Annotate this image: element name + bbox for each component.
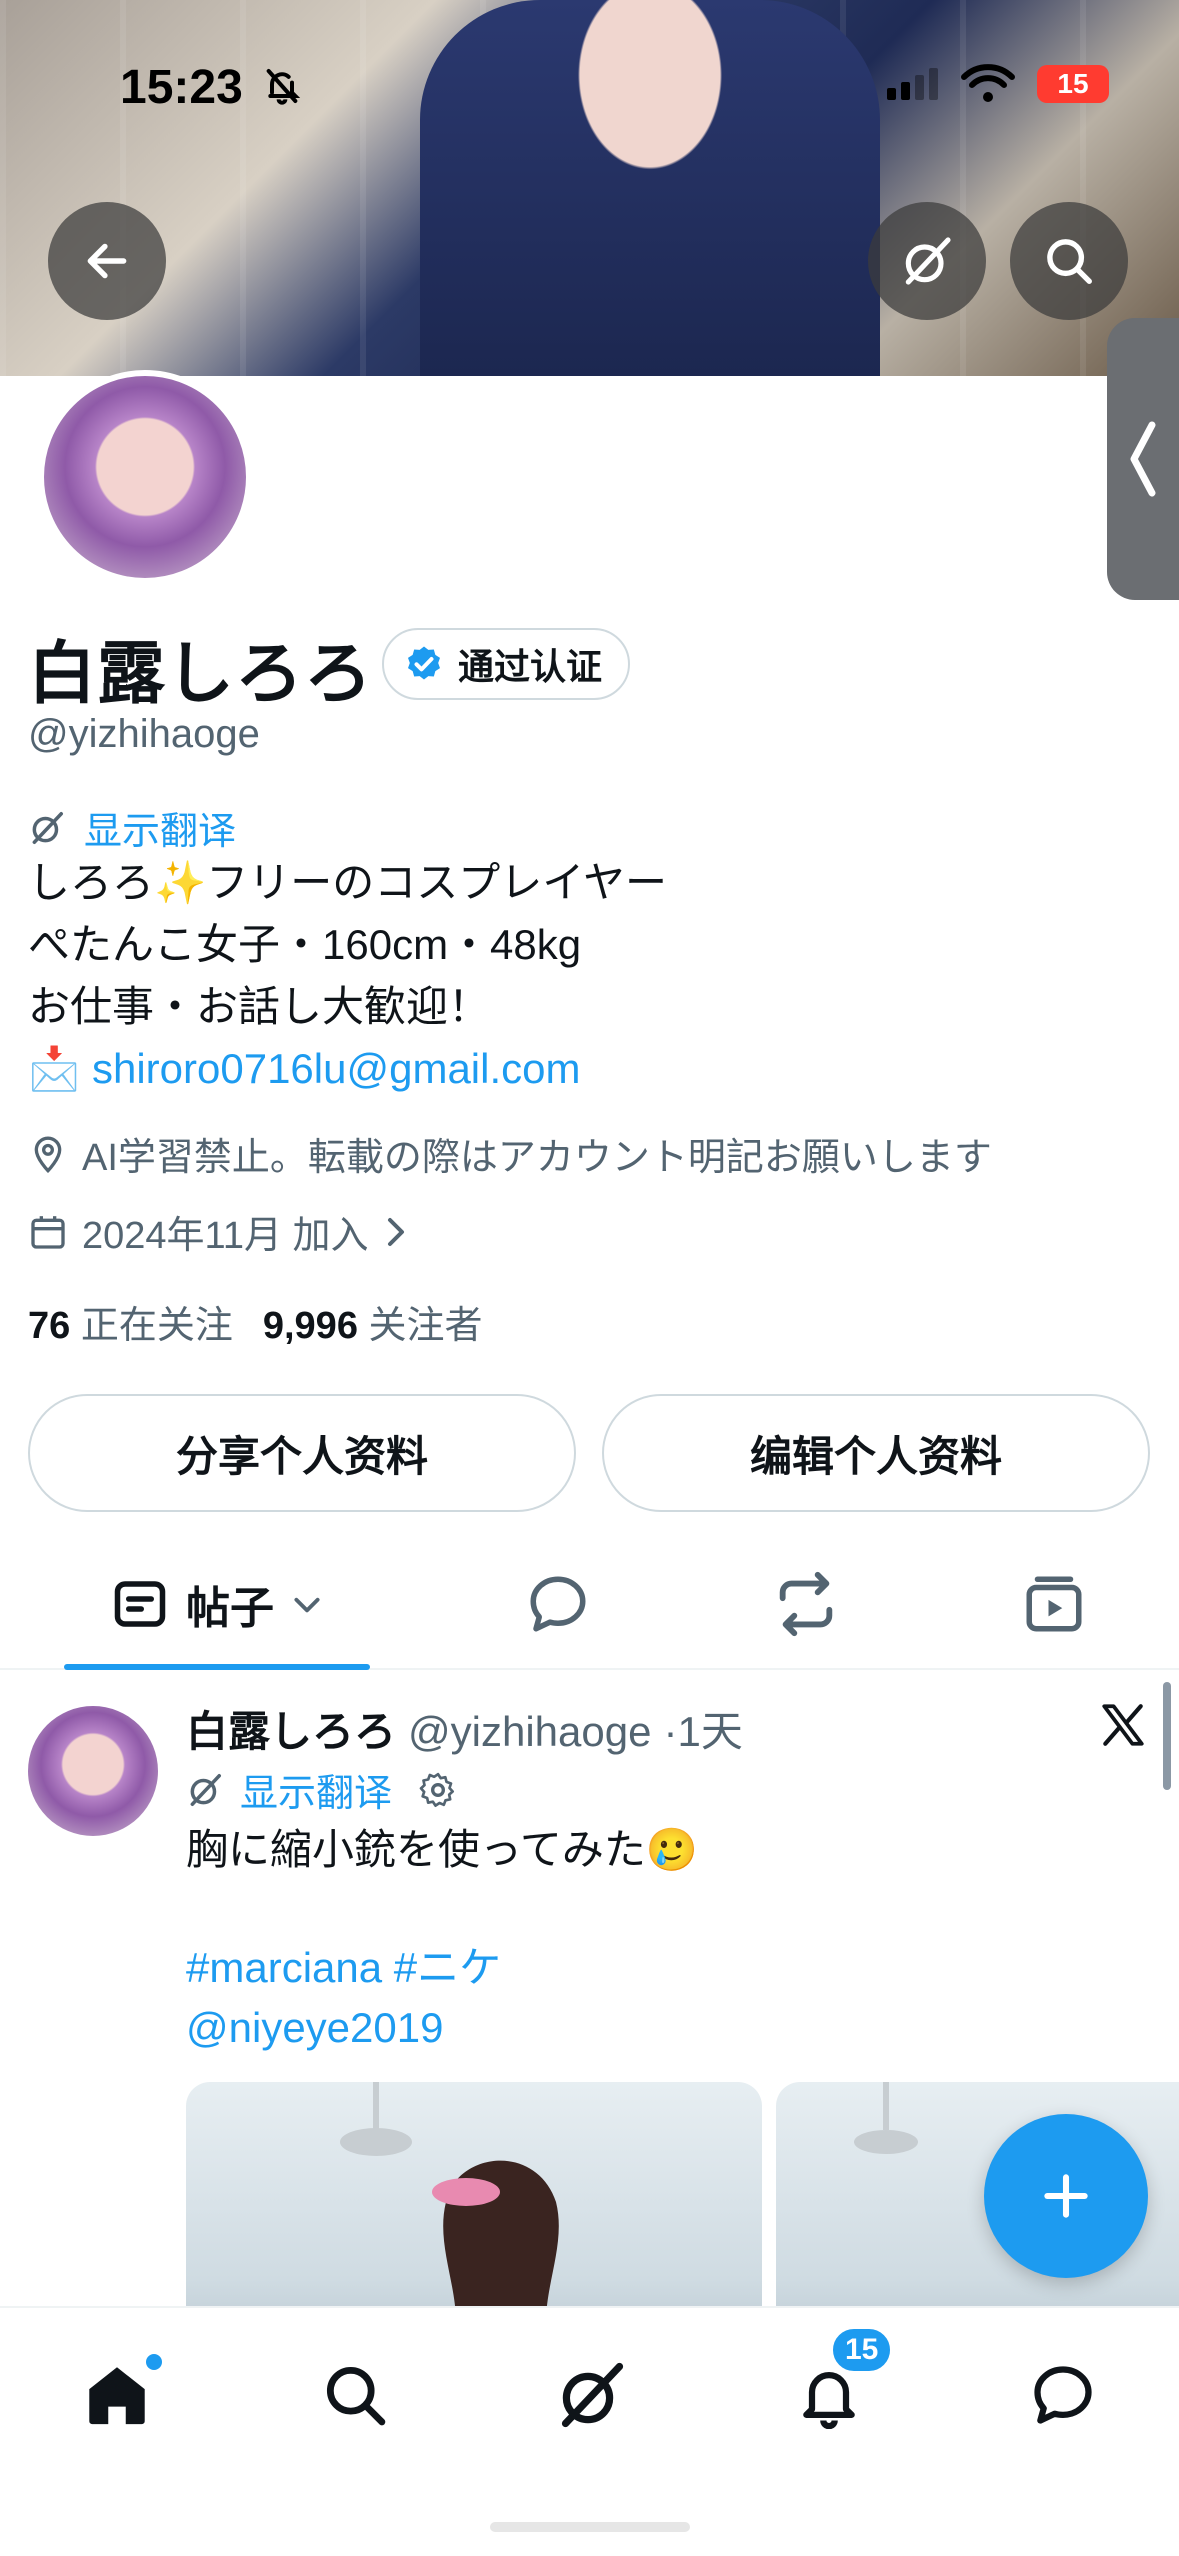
followers-link[interactable]: 9,996 关注者: [263, 1294, 483, 1349]
post-hashtags[interactable]: #marciana #ニケ: [186, 1938, 501, 1998]
location-pin-icon: [34, 1136, 62, 1173]
profile-tabs: 帖子: [0, 1540, 1179, 1670]
x-logo-icon[interactable]: [1098, 1700, 1148, 1750]
wifi-icon: [961, 64, 1015, 102]
post-author-handle[interactable]: @yizhihaoge: [408, 1708, 651, 1756]
banner-figure: [420, 0, 880, 376]
tab-posts[interactable]: 帖子: [64, 1540, 370, 1670]
status-time: 15:23: [120, 61, 243, 114]
posts-icon: [114, 1581, 166, 1627]
post-author-avatar[interactable]: [28, 1706, 158, 1836]
tab-reposts[interactable]: [756, 1540, 856, 1668]
grok-icon: [905, 237, 951, 285]
grok-icon: [561, 2362, 624, 2428]
search-icon: [1047, 239, 1092, 284]
tab-replies[interactable]: [508, 1540, 608, 1668]
post-header: 白露しろろ @yizhihaoge ·1天: [186, 1698, 743, 1759]
bio-line: しろろ✨フリーのコスプレイヤー: [28, 859, 668, 906]
envelope-emoji: 📩: [28, 1045, 81, 1092]
profile-location: AI学習禁止。転載の際はアカウント明記お願いします: [28, 1126, 992, 1181]
post-text: 胸に縮小銃を使ってみた🥲: [186, 1826, 699, 1873]
translate-label: 显示翻译: [84, 811, 237, 853]
location-text: AI学習禁止。転載の際はアカウント明記お願いします: [82, 1137, 992, 1179]
verified-label: 通过认证: [458, 646, 603, 687]
grok-translate-icon: [32, 811, 63, 844]
chevron-down-icon: [294, 1597, 320, 1613]
post-time[interactable]: ·1天: [663, 1698, 742, 1759]
following-count: 76: [28, 1305, 71, 1347]
translate-bio-link[interactable]: 显示翻译: [28, 800, 236, 855]
media-video-icon: [1026, 1576, 1082, 1632]
bio-line: ぺたんこ女子・160cm・48kg: [28, 921, 582, 968]
notifications-badge: 15: [830, 2326, 894, 2374]
tab-media[interactable]: [1004, 1540, 1104, 1668]
home-indicator[interactable]: [490, 2522, 690, 2532]
post-translate-link[interactable]: 显示翻译: [186, 1762, 458, 1817]
joined-date-link[interactable]: 2024年11月 加入: [28, 1204, 409, 1259]
following-label: 正在关注: [80, 1305, 233, 1347]
message-bubble-icon: [1034, 2366, 1092, 2424]
post-author-name[interactable]: 白露しろろ: [186, 1698, 396, 1759]
active-tab-indicator: [64, 1664, 370, 1670]
verified-badge-button[interactable]: 通过认证: [382, 628, 631, 700]
plus-icon: [1044, 2174, 1088, 2218]
post-links: #marciana #ニケ @niyeye2019: [186, 1938, 501, 2058]
bottom-navigation: 15: [0, 2306, 1179, 2556]
grok-button[interactable]: [868, 202, 986, 320]
nav-grok[interactable]: [546, 2350, 636, 2440]
cellular-signal-icon: [887, 68, 938, 100]
chevron-left-icon: [1130, 421, 1156, 497]
back-button[interactable]: [48, 202, 166, 320]
follow-stats: 76 正在关注 9,996 关注者: [28, 1294, 483, 1349]
bio-line: お仕事・お話し大歓迎！: [28, 983, 491, 1030]
following-link[interactable]: 76 正在关注: [28, 1294, 233, 1349]
nav-search[interactable]: [310, 2350, 400, 2440]
scrollbar[interactable]: [1163, 1682, 1171, 1790]
tab-posts-label: 帖子: [186, 1584, 274, 1633]
search-button[interactable]: [1010, 202, 1128, 320]
followers-count: 9,996: [262, 1305, 358, 1347]
arrow-left-icon: [87, 243, 127, 279]
share-profile-button[interactable]: 分享个人资料: [28, 1394, 576, 1512]
unread-dot: [146, 2354, 162, 2370]
bio-email-line: 📩 shiroro0716lu@gmail.com: [28, 1038, 667, 1100]
grok-translate-icon: [190, 1773, 221, 1806]
post-translate-label: 显示翻译: [240, 1773, 393, 1815]
reply-bubble-icon: [530, 1576, 586, 1632]
verified-check-icon: [408, 646, 440, 680]
compose-post-button[interactable]: [984, 2114, 1148, 2278]
calendar-icon: [31, 1215, 65, 1249]
nav-home[interactable]: [72, 2350, 162, 2440]
profile-bio: しろろ✨フリーのコスプレイヤー ぺたんこ女子・160cm・48kg お仕事・お話…: [28, 852, 667, 1100]
search-icon: [326, 2366, 386, 2426]
followers-label: 关注者: [368, 1305, 483, 1347]
email-link[interactable]: shiroro0716lu@gmail.com: [92, 1045, 581, 1092]
joined-text: 2024年11月 加入: [82, 1215, 369, 1257]
side-panel-handle[interactable]: [1107, 318, 1179, 600]
post-mention[interactable]: @niyeye2019: [186, 1998, 501, 2058]
profile-banner[interactable]: [0, 0, 1179, 376]
status-indicators: 15: [887, 64, 1109, 104]
profile-avatar[interactable]: [38, 370, 252, 584]
chevron-right-icon: [387, 1217, 404, 1246]
edit-profile-button[interactable]: 编辑个人资料: [602, 1394, 1150, 1512]
profile-handle: @yizhihaoge: [28, 712, 260, 756]
repost-icon: [779, 1571, 833, 1637]
gear-icon[interactable]: [418, 1770, 458, 1810]
profile-display-name: 白露しろろ: [28, 636, 374, 712]
home-icon: [89, 2367, 145, 2425]
nav-notifications[interactable]: 15: [784, 2326, 894, 2440]
bell-off-icon: [266, 69, 301, 105]
nav-messages[interactable]: [1018, 2350, 1108, 2440]
battery-indicator: 15: [1037, 65, 1109, 103]
